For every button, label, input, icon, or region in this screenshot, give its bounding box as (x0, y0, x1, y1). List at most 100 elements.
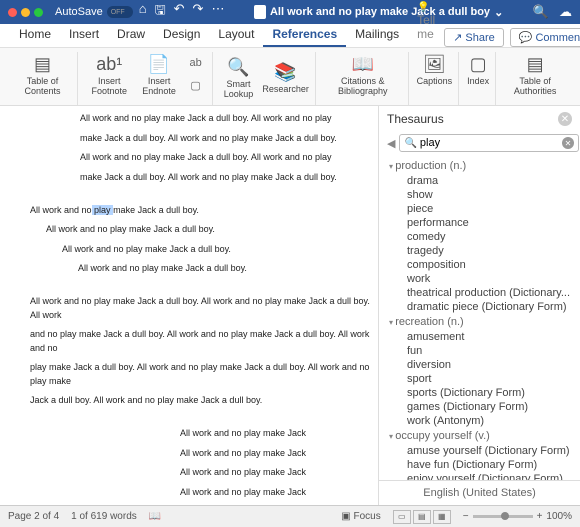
thesaurus-item[interactable]: work (389, 272, 580, 286)
search-icon: 🔍 (404, 138, 416, 149)
undo-icon[interactable]: ↶ (174, 1, 185, 23)
thesaurus-item[interactable]: composition (389, 258, 580, 272)
para: All work and no play make Jack (30, 486, 370, 500)
thesaurus-item[interactable]: performance (389, 216, 580, 230)
comment-icon: 💬 (519, 31, 533, 44)
autosave-toggle[interactable]: AutoSave OFF (55, 6, 133, 18)
tab-design[interactable]: Design (154, 23, 209, 47)
thesaurus-search-input[interactable] (420, 137, 562, 149)
thesaurus-item[interactable]: sport (389, 372, 580, 386)
document-body[interactable]: All work and no play make Jack a dull bo… (0, 106, 378, 505)
autosave-switch[interactable]: OFF (107, 6, 133, 18)
view-read[interactable]: ▭ (393, 510, 411, 524)
researcher-button[interactable]: 📚Researcher (262, 62, 309, 95)
note-icon[interactable]: ▢ (186, 76, 206, 94)
zoom-level[interactable]: 100% (546, 511, 572, 522)
thesaurus-item[interactable]: tragedy (389, 244, 580, 258)
word-doc-icon (254, 5, 266, 19)
tab-mailings[interactable]: Mailings (346, 23, 408, 47)
back-icon[interactable]: ◀ (387, 137, 395, 150)
close-pane-button[interactable]: ✕ (558, 112, 572, 126)
thesaurus-group[interactable]: recreation (n.) (389, 314, 580, 330)
index-button[interactable]: ▢Index (467, 54, 489, 87)
tab-references[interactable]: References (263, 23, 346, 47)
index-icon: ▢ (470, 54, 487, 75)
thesaurus-item[interactable]: amuse yourself (Dictionary Form) (389, 444, 580, 458)
thesaurus-language[interactable]: English (United States) (379, 480, 580, 505)
thesaurus-item[interactable]: dramatic piece (Dictionary Form) (389, 300, 580, 314)
minimize-window[interactable] (21, 8, 30, 17)
share-button[interactable]: ↗Share (444, 28, 504, 47)
thesaurus-item[interactable]: enjoy yourself (Dictionary Form) (389, 472, 580, 480)
thesaurus-item[interactable]: have fun (Dictionary Form) (389, 458, 580, 472)
thesaurus-item[interactable]: drama (389, 174, 580, 188)
para: make Jack a dull boy. All work and no pl… (30, 171, 370, 185)
authorities-button[interactable]: ▤Table of Authorities (504, 54, 566, 97)
thesaurus-results: production (n.)dramashowpieceperformance… (379, 154, 580, 480)
thesaurus-item[interactable]: amusement (389, 330, 580, 344)
thesaurus-title: Thesaurus (387, 112, 444, 126)
zoom-out-icon[interactable]: − (463, 511, 469, 522)
thesaurus-item[interactable]: comedy (389, 230, 580, 244)
citations-button[interactable]: 📖Citations & Bibliography (324, 54, 402, 97)
thesaurus-item[interactable]: work (Antonym) (389, 414, 580, 428)
page-indicator[interactable]: Page 2 of 4 (8, 511, 59, 522)
close-window[interactable] (8, 8, 17, 17)
thesaurus-item[interactable]: games (Dictionary Form) (389, 400, 580, 414)
citations-icon: 📖 (352, 54, 374, 75)
para: All work and no play make Jack a dull bo… (30, 151, 370, 165)
word-count[interactable]: 1 of 619 words (71, 511, 137, 522)
para: All work and no play make Jack a dull bo… (30, 204, 370, 218)
qat-icons: ⌂ 🖫 ↶ ↷ ⋯ (139, 1, 225, 23)
home-icon[interactable]: ⌂ (139, 1, 147, 23)
zoom-control[interactable]: − + 100% (463, 511, 572, 522)
para: All work and no play make Jack a dull bo… (30, 295, 370, 322)
para: All work and no play make Jack (30, 427, 370, 441)
thesaurus-item[interactable]: piece (389, 202, 580, 216)
thesaurus-item[interactable]: sports (Dictionary Form) (389, 386, 580, 400)
para: All work and no play make Jack a dull bo… (30, 243, 370, 257)
smart-lookup-button[interactable]: 🔍Smart Lookup (221, 57, 257, 100)
toc-button[interactable]: ▤Table of Contents (14, 54, 71, 97)
thesaurus-group[interactable]: production (n.) (389, 158, 580, 174)
tab-draw[interactable]: Draw (108, 23, 154, 47)
focus-mode[interactable]: ▣ Focus (341, 511, 380, 522)
insert-endnote-button[interactable]: 📄Insert Endnote (137, 54, 182, 97)
comments-button[interactable]: 💬Comments (510, 28, 580, 47)
ab-icon[interactable]: ab (186, 54, 206, 72)
chevron-down-icon[interactable]: ⌄ (494, 6, 503, 19)
titlebar: AutoSave OFF ⌂ 🖫 ↶ ↷ ⋯ All work and no p… (0, 0, 580, 24)
zoom-in-icon[interactable]: + (537, 511, 543, 522)
toc-icon: ▤ (34, 54, 51, 75)
maximize-window[interactable] (34, 8, 43, 17)
para: All work and no play make Jack (30, 447, 370, 461)
thesaurus-item[interactable]: show (389, 188, 580, 202)
thesaurus-item[interactable]: diversion (389, 358, 580, 372)
save-icon[interactable]: 🖫 (155, 1, 166, 23)
thesaurus-item[interactable]: theatrical production (Dictionary... (389, 286, 580, 300)
thesaurus-group[interactable]: occupy yourself (v.) (389, 428, 580, 444)
captions-button[interactable]: 🖼Captions (417, 54, 453, 87)
view-print[interactable]: ▤ (413, 510, 431, 524)
zoom-slider[interactable] (473, 515, 533, 518)
sync-icon[interactable]: ☁ (559, 4, 572, 20)
tab-home[interactable]: Home (10, 23, 60, 47)
thesaurus-item[interactable]: fun (389, 344, 580, 358)
document-title: All work and no play make Jack a dull bo… (230, 5, 526, 19)
insert-footnote-button[interactable]: ab¹Insert Footnote (86, 54, 133, 97)
redo-icon[interactable]: ↷ (193, 1, 204, 23)
search-icon[interactable]: 🔍 (533, 4, 549, 20)
view-web[interactable]: ▦ (433, 510, 451, 524)
para: All work and no play make Jack a dull bo… (30, 223, 370, 237)
tab-layout[interactable]: Layout (209, 23, 263, 47)
para: play make Jack a dull boy. All work and … (30, 361, 370, 388)
autosave-label: AutoSave (55, 6, 103, 18)
thesaurus-search[interactable]: 🔍 ✕ (399, 134, 578, 152)
more-icon[interactable]: ⋯ (211, 1, 224, 23)
tab-insert[interactable]: Insert (60, 23, 108, 47)
spellcheck-icon[interactable]: 📖 (149, 511, 161, 522)
tab-tellme[interactable]: 💡Tell me (408, 0, 444, 47)
selected-text: play (92, 205, 114, 215)
thesaurus-pane: Thesaurus ✕ ◀ 🔍 ✕ production (n.)dramash… (378, 106, 580, 505)
clear-search-icon[interactable]: ✕ (562, 137, 574, 149)
